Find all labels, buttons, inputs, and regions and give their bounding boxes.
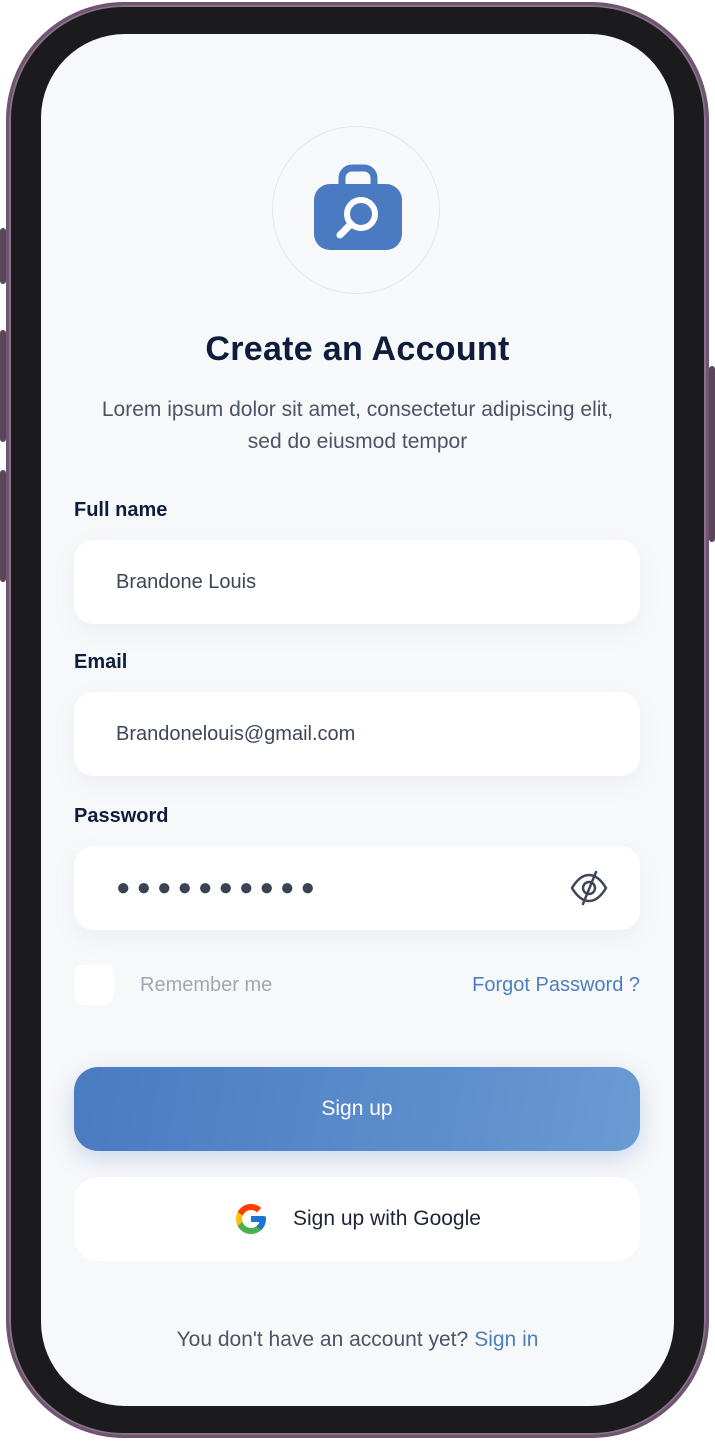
email-label: Email [74,651,128,673]
full-name-value: Brandone Louis [116,571,257,593]
page-title: Create an Account [205,330,510,368]
email-field[interactable]: Brandonelouis@gmail.com [74,692,640,776]
footer: You don't have an account yet? Sign in [41,1328,674,1352]
google-icon [236,1204,266,1234]
phone-side-button [0,228,6,284]
eye-slash-icon[interactable] [570,870,608,906]
screen: Create an Account Lorem ipsum dolor sit … [41,34,674,1406]
password-field[interactable]: ●●●●●●●●●● [74,846,640,930]
remember-me-label: Remember me [140,974,273,996]
email-value: Brandonelouis@gmail.com [116,723,356,745]
phone-volume-up-button [0,330,6,442]
page-subtitle: Lorem ipsum dolor sit amet, consectetur … [101,398,614,453]
phone-power-button [709,366,715,542]
phone-volume-down-button [0,470,6,582]
footer-text: You don't have an account yet? [176,1328,469,1351]
briefcase-search-icon [314,164,402,250]
sign-up-button[interactable]: Sign up [74,1067,640,1151]
full-name-label: Full name [74,499,168,521]
sign-up-label: Sign up [321,1097,393,1120]
remember-me-checkbox[interactable] [74,965,114,1005]
google-sign-up-label: Sign up with Google [293,1207,481,1230]
sign-in-link[interactable]: Sign in [474,1328,538,1351]
forgot-password-link[interactable]: Forgot Password ? [472,974,640,997]
google-sign-up-button[interactable]: Sign up with Google [74,1177,640,1261]
password-masked-value: ●●●●●●●●●● [116,874,321,901]
full-name-field[interactable]: Brandone Louis [74,540,640,624]
password-label: Password [74,805,169,827]
